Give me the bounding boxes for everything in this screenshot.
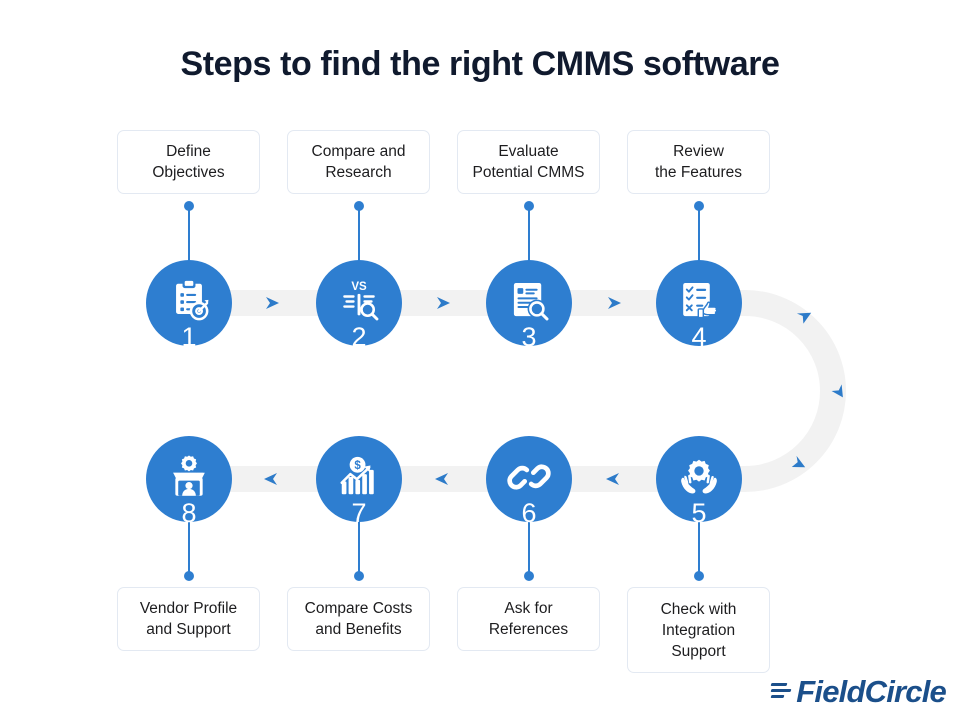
connector-dot-1 — [184, 201, 194, 211]
brand-logo[interactable]: FieldCircle — [770, 674, 947, 709]
connector-stem-5 — [698, 520, 700, 576]
step-label-5: Check with Integration Support — [627, 587, 770, 673]
chain-link-icon — [507, 464, 551, 490]
step-circle-6[interactable] — [486, 436, 572, 522]
versus-search-icon: VS — [343, 281, 379, 321]
step-circle-4[interactable] — [656, 260, 742, 346]
step-label-2: Compare and Research — [287, 130, 430, 194]
speed-lines-icon — [770, 683, 792, 701]
step-circle-8[interactable] — [146, 436, 232, 522]
clipboard-target-icon — [176, 280, 209, 321]
hands-gear-icon — [681, 459, 717, 494]
svg-text:$: $ — [354, 460, 361, 472]
connector-dot-3 — [524, 201, 534, 211]
connector-stem-7 — [358, 520, 360, 576]
connector-stem-4 — [698, 206, 700, 262]
step-circle-3[interactable] — [486, 260, 572, 346]
infographic-canvas: Steps to find the right CMMS software De… — [0, 0, 960, 718]
connector-stem-1 — [188, 206, 190, 262]
step-circle-5[interactable] — [656, 436, 742, 522]
connector-dot-2 — [354, 201, 364, 211]
connector-stem-6 — [528, 520, 530, 576]
step-label-6: Ask for References — [457, 587, 600, 651]
svg-text:VS: VS — [351, 281, 367, 293]
document-search-icon — [513, 283, 549, 321]
connector-dot-4 — [694, 201, 704, 211]
page-title: Steps to find the right CMMS software — [180, 45, 780, 83]
step-circle-1[interactable] — [146, 260, 232, 346]
brand-name: FieldCircle — [796, 674, 947, 709]
flow-arrow-curve — [791, 312, 843, 468]
step-label-1: Define Objectives — [117, 130, 260, 194]
step-circle-2[interactable]: VS — [316, 260, 402, 346]
growth-chart-dollar-icon: $ — [340, 456, 374, 495]
step-label-4: Review the Features — [627, 130, 770, 194]
step-label-7: Compare Costs and Benefits — [287, 587, 430, 651]
connector-dot-7 — [354, 571, 364, 581]
connector-dot-6 — [524, 571, 534, 581]
connector-stem-2 — [358, 206, 360, 262]
step-label-3: Evaluate Potential CMMS — [457, 130, 600, 194]
step-label-8: Vendor Profile and Support — [117, 587, 260, 651]
checklist-thumbsup-icon — [683, 283, 718, 319]
vendor-storefront-icon — [173, 455, 205, 496]
connector-stem-8 — [188, 520, 190, 576]
step-circle-7[interactable]: $ — [316, 436, 402, 522]
connector-stem-3 — [528, 206, 530, 262]
connector-dot-8 — [184, 571, 194, 581]
connector-dot-5 — [694, 571, 704, 581]
